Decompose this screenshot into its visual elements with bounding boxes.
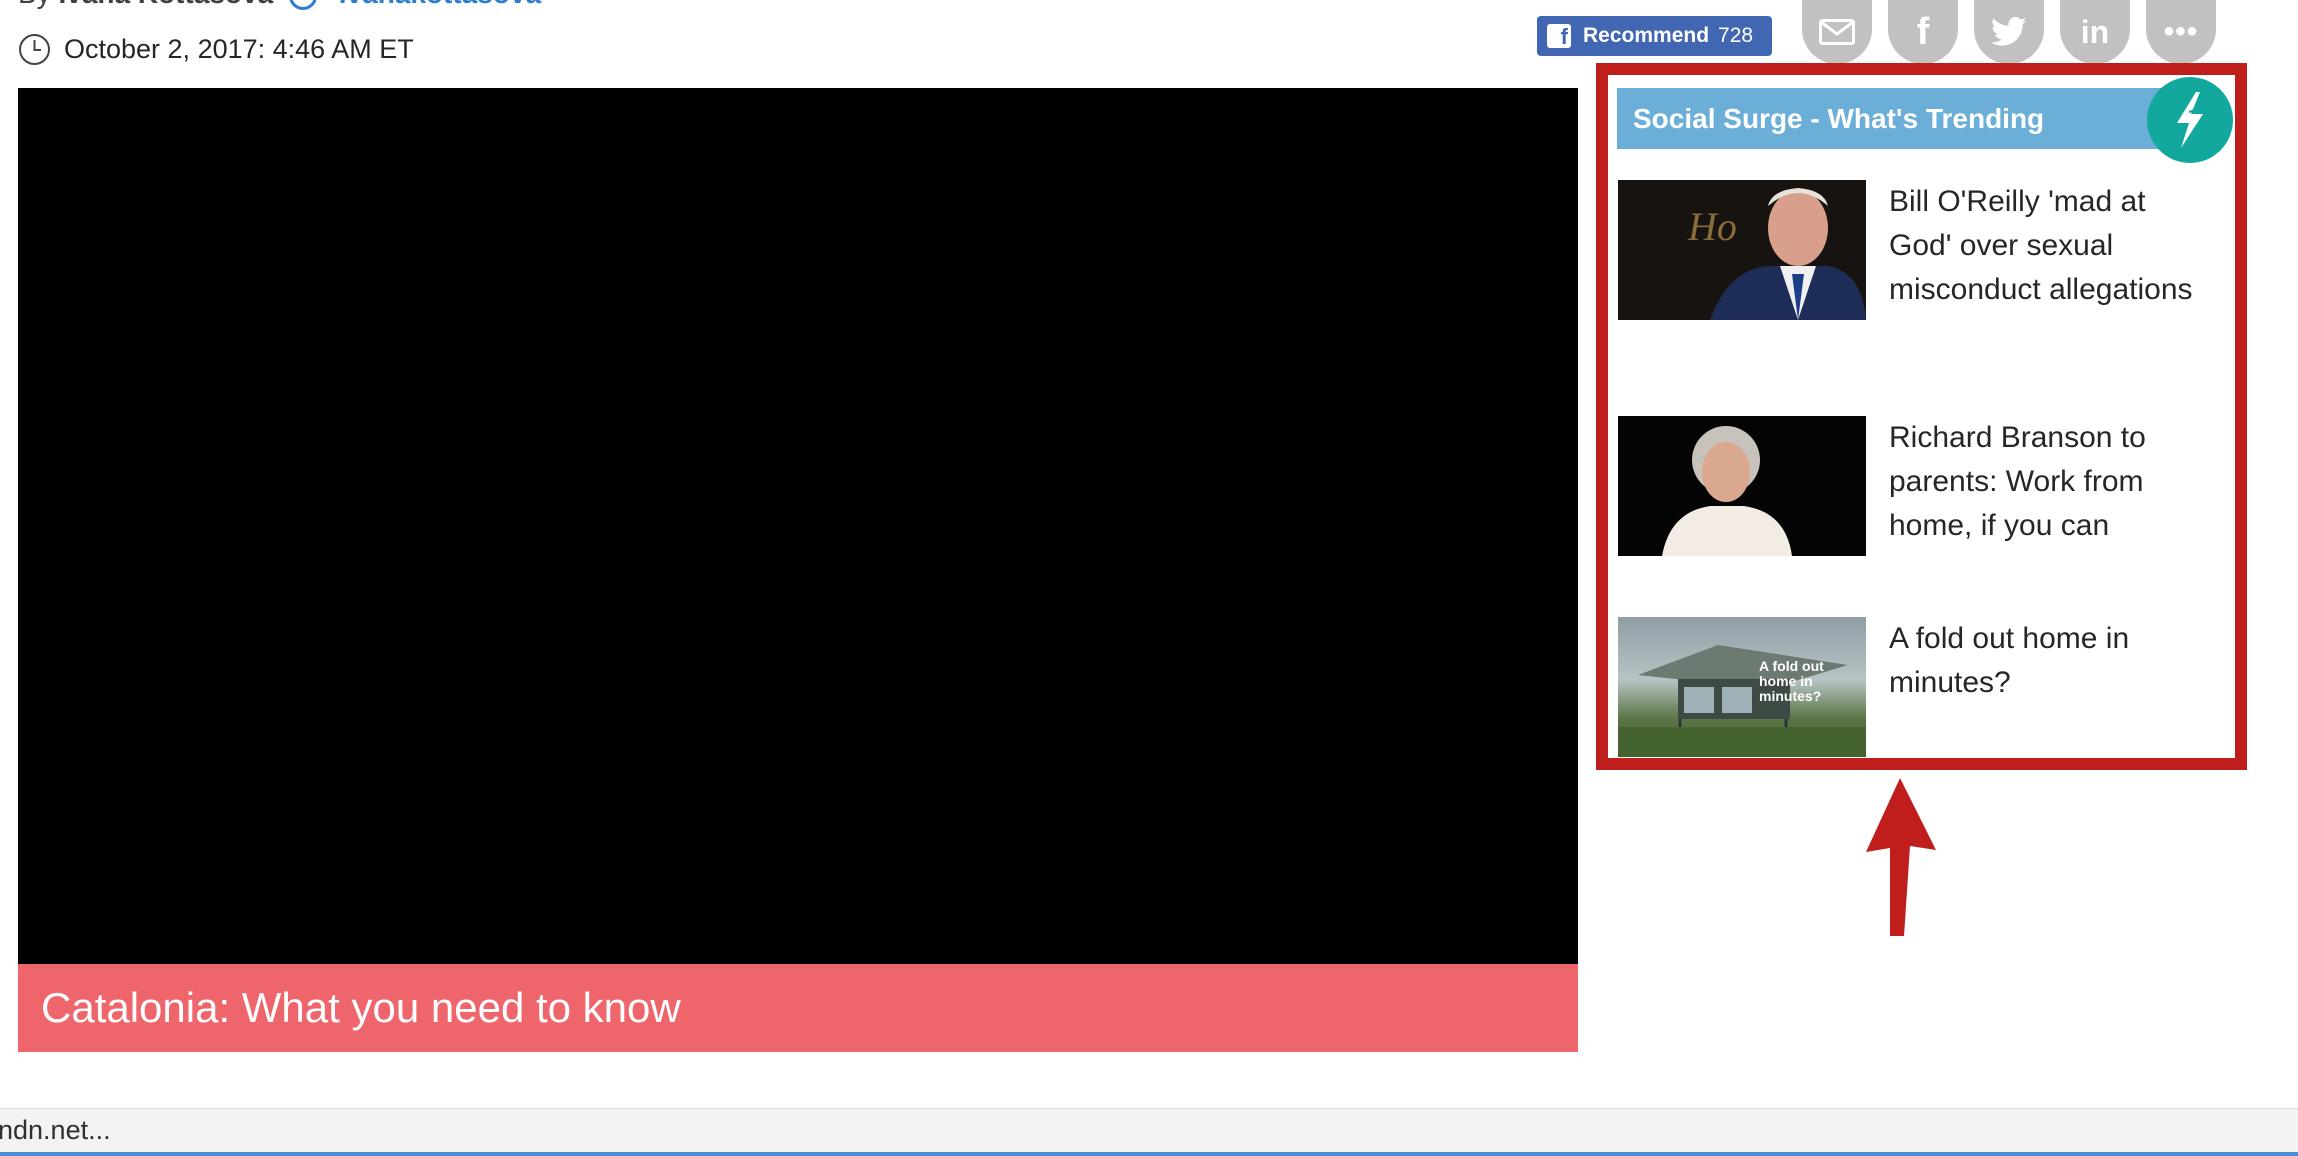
recommend-label: Recommend <box>1583 24 1710 47</box>
more-share-button[interactable]: ••• <box>2146 0 2216 64</box>
facebook-share-button[interactable]: f <box>1888 0 1958 64</box>
lightning-bolt-icon <box>2147 77 2233 163</box>
email-icon <box>1819 19 1855 45</box>
trending-thumbnail[interactable] <box>1618 416 1866 556</box>
byline-prefix: By <box>18 0 51 9</box>
timestamp-text: October 2, 2017: 4:46 AM ET <box>64 33 414 64</box>
facebook-icon: f <box>1916 10 1930 53</box>
linkedin-share-button[interactable]: in <box>2060 0 2130 64</box>
social-surge-header: Social Surge - What's Trending <box>1617 88 2211 149</box>
trending-thumbnail[interactable]: Ho <box>1618 180 1866 320</box>
status-bar-url: ndn.net... <box>0 1115 111 1145</box>
twitter-share-button[interactable] <box>1974 0 2044 64</box>
twitter-icon <box>1991 17 2027 46</box>
linkedin-icon: in <box>2080 13 2110 50</box>
trending-title[interactable]: Bill O'Reilly 'mad at God' over sexual m… <box>1889 180 2199 312</box>
video-caption[interactable]: Catalonia: What you need to know <box>18 964 1578 1052</box>
recommend-count: 728 <box>1718 24 1754 47</box>
trending-title[interactable]: A fold out home in minutes? <box>1889 617 2199 705</box>
trending-title[interactable]: Richard Branson to parents: Work from ho… <box>1889 416 2199 548</box>
facebook-icon: f <box>1547 24 1571 48</box>
facebook-recommend-button[interactable]: f Recommend 728 <box>1537 16 1772 56</box>
browser-status-bar: ndn.net... <box>0 1108 2298 1156</box>
more-icon: ••• <box>2163 15 2199 48</box>
twitter-handle-icon <box>289 0 317 10</box>
clock-icon <box>19 33 50 65</box>
annotation-arrow-icon <box>1866 778 1936 936</box>
article-timestamp: October 2, 2017: 4:46 AM ET <box>18 31 414 67</box>
svg-text:Ho: Ho <box>1687 204 1737 249</box>
email-share-button[interactable] <box>1802 0 1872 64</box>
social-surge-title: Social Surge - What's Trending <box>1633 102 2045 134</box>
byline: By Ivana Kottasová ivanakottasova <box>18 0 541 10</box>
video-player[interactable] <box>18 88 1578 964</box>
author-name[interactable]: Ivana Kottasová <box>58 0 273 9</box>
thumbnail-overlay-text: A fold out home in minutes? <box>1759 658 1824 704</box>
trending-thumbnail[interactable]: A fold out home in minutes? <box>1618 617 1866 757</box>
author-handle[interactable]: ivanakottasova <box>339 0 541 9</box>
video-caption-text: Catalonia: What you need to know <box>41 984 681 1031</box>
